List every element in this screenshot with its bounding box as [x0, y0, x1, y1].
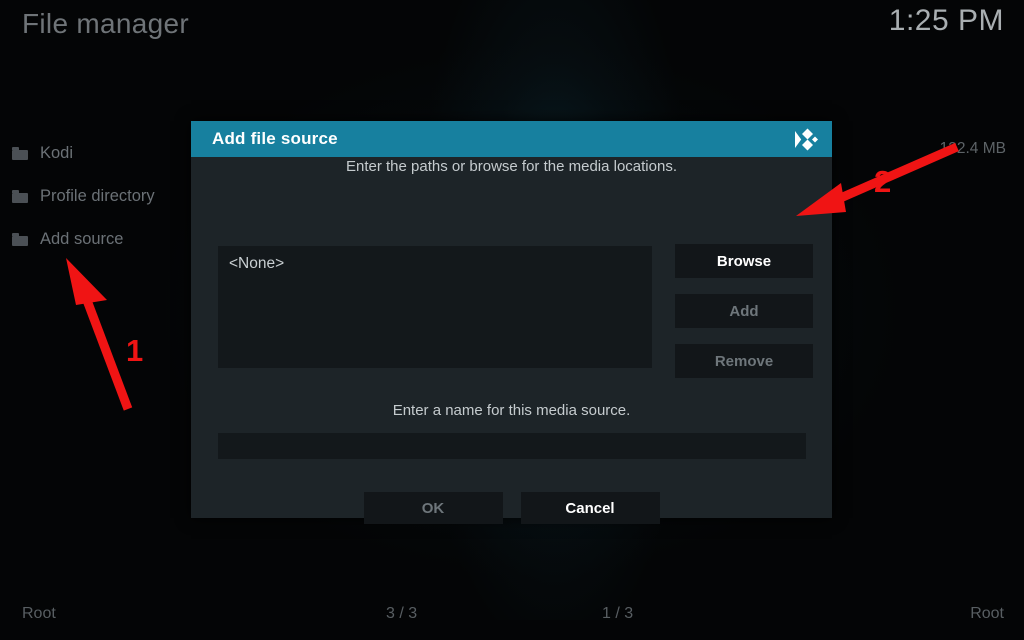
folder-icon: [12, 233, 28, 246]
file-list-item-label: Kodi: [40, 144, 74, 162]
bottom-bar-left-path: Root: [22, 605, 56, 622]
file-list-item-kodi[interactable]: Kodi: [0, 132, 190, 175]
cancel-button[interactable]: Cancel: [520, 492, 660, 524]
folder-icon: [12, 147, 28, 160]
kodi-logo-icon: [792, 128, 818, 151]
clock: 1:25 PM: [888, 4, 1004, 37]
bottom-bar: Root 3 / 3 1 / 3 Root: [0, 596, 1024, 640]
annotation-number-2: 2: [874, 164, 892, 199]
page-title: File manager: [22, 8, 190, 39]
file-list-item-add-source[interactable]: Add source: [0, 218, 190, 261]
dialog-header: Add file source: [191, 121, 832, 157]
file-list: Kodi Profile directory Add source: [0, 132, 190, 261]
paths-hint-text: Enter the paths or browse for the media …: [345, 158, 677, 175]
bottom-bar-right-counter: 1 / 3: [602, 605, 634, 622]
ok-button[interactable]: OK: [363, 492, 503, 524]
media-source-name-input[interactable]: [218, 433, 806, 459]
bottom-bar-right-path: Root: [970, 605, 1004, 622]
file-list-item-label: Add source: [40, 230, 124, 248]
add-file-source-dialog: Add file source Enter the paths or brows…: [191, 121, 832, 524]
paths-list-item[interactable]: <None>: [218, 246, 652, 273]
annotation-number-1: 1: [126, 333, 144, 368]
folder-icon: [12, 190, 28, 203]
add-button[interactable]: Add: [675, 294, 813, 328]
paths-list[interactable]: <None>: [218, 246, 652, 368]
kodi-file-manager-screen: File manager 1:25 PM Kodi Profile direct…: [0, 0, 1024, 640]
file-list-item-label: Profile directory: [40, 187, 155, 205]
dialog-title: Add file source: [212, 129, 338, 148]
bottom-bar-left-counter: 3 / 3: [386, 605, 418, 622]
dialog-body: Enter the paths or browse for the media …: [191, 157, 832, 524]
browse-button[interactable]: Browse: [675, 244, 813, 278]
annotation-arrow-1: [66, 258, 133, 411]
remove-button[interactable]: Remove: [675, 344, 813, 378]
file-list-item-profile-directory[interactable]: Profile directory: [0, 175, 190, 218]
dialog-footer-buttons: OK Cancel: [191, 492, 832, 524]
free-space-label: 132.4 MB: [939, 140, 1006, 157]
name-hint-text: Enter a name for this media source.: [392, 402, 631, 419]
paths-side-buttons: Browse Add Remove: [675, 244, 813, 394]
